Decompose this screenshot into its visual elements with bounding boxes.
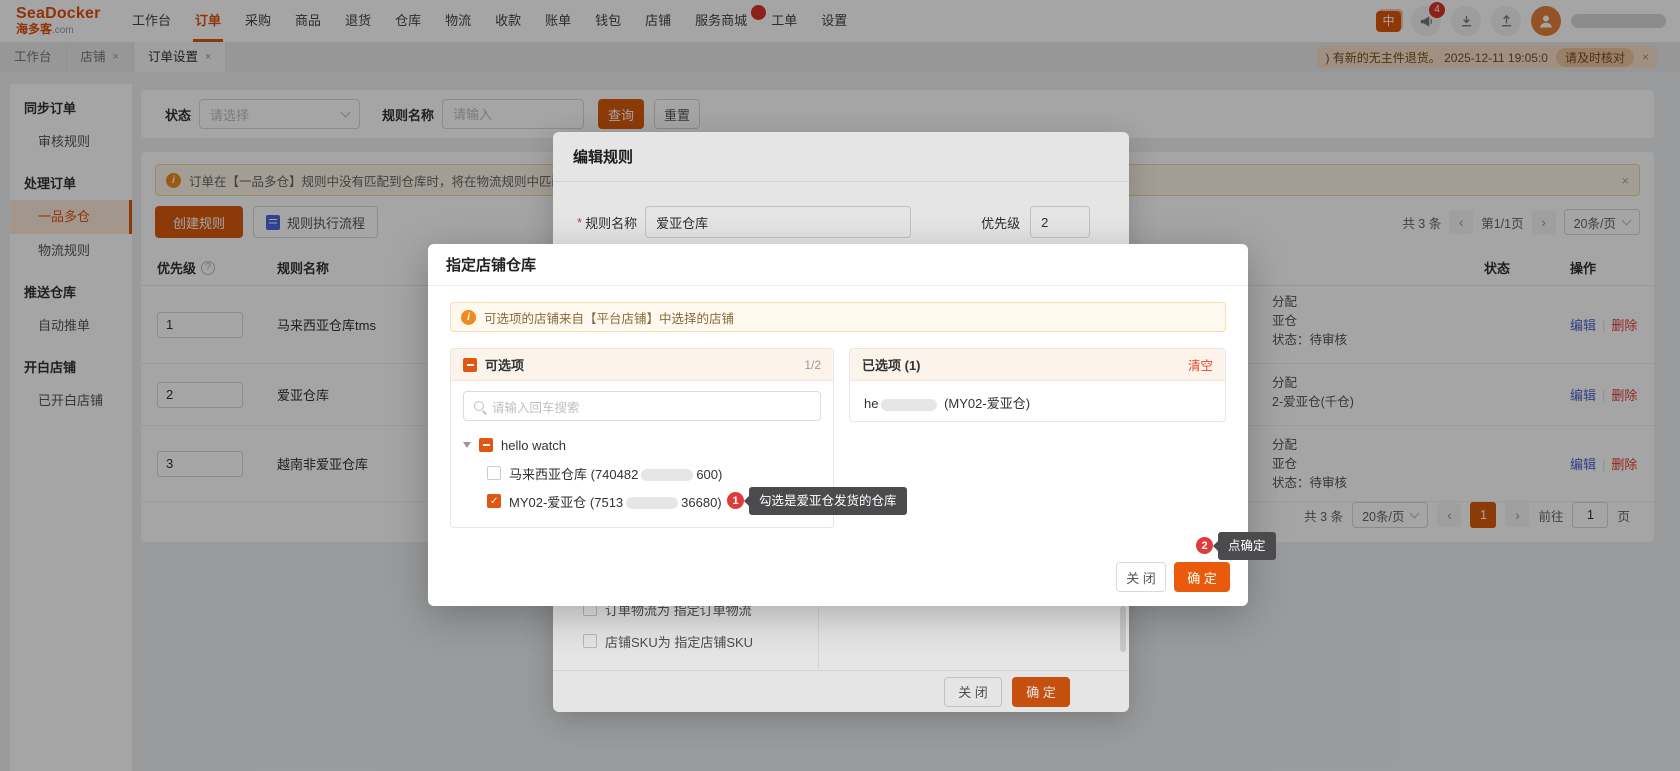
selected-options-panel: 已选项 (1) 清空 he (MY02-爱亚仓) xyxy=(849,348,1226,422)
assign-alert-text: 可选项的店铺来自【平台店铺】中选择的店铺 xyxy=(484,308,734,327)
tree-group-row[interactable]: hello watch xyxy=(463,431,821,459)
app-root: SeaDocker 海多客.com 工作台 订单 采购 商品 退货 仓库 物流 … xyxy=(0,0,1680,771)
search-icon xyxy=(474,401,484,411)
step-badge: 1 xyxy=(727,492,744,509)
selected-panel-header: 已选项 (1) 清空 xyxy=(850,349,1225,381)
selection-counter: 1/2 xyxy=(804,358,821,372)
blurred-number xyxy=(641,469,693,481)
info-icon: i xyxy=(461,310,476,325)
checkbox-checked-icon[interactable] xyxy=(487,494,501,508)
confirm-button[interactable]: 确 定 xyxy=(1174,562,1230,592)
caret-down-icon[interactable] xyxy=(463,442,471,448)
close-button[interactable]: 关 闭 xyxy=(1116,562,1166,592)
available-panel-header: 可选项 1/2 xyxy=(451,349,833,381)
assign-modal-footer: 关 闭 确 定 xyxy=(1116,562,1230,592)
tree-group-label: hello watch xyxy=(501,438,566,453)
indeterminate-checkbox-icon[interactable] xyxy=(463,358,477,372)
assign-modal-header: 指定店铺仓库 xyxy=(428,244,1248,286)
assign-shop-warehouse-modal: 指定店铺仓库 i 可选项的店铺来自【平台店铺】中选择的店铺 可选项 1/2 请输… xyxy=(428,244,1248,606)
blurred-shop-name xyxy=(881,399,937,411)
modal-title: 指定店铺仓库 xyxy=(446,254,536,275)
indeterminate-checkbox-icon[interactable] xyxy=(479,438,493,452)
available-title: 可选项 xyxy=(485,355,524,374)
selected-title: 已选项 (1) xyxy=(862,355,921,374)
tree-option-row[interactable]: 马来西亚仓库 (740482600) xyxy=(463,459,821,487)
step-badge: 2 xyxy=(1196,537,1213,554)
step-tooltip: 勾选是爱亚仓发货的仓库 xyxy=(749,487,907,515)
warehouse-option-label: 马来西亚仓库 (740482600) xyxy=(509,464,722,483)
checkbox-icon[interactable] xyxy=(487,466,501,480)
selected-item: he (MY02-爱亚仓) xyxy=(850,381,1225,412)
step-tooltip: 点确定 xyxy=(1218,532,1276,560)
clear-selection-link[interactable]: 清空 xyxy=(1188,355,1213,374)
blurred-number xyxy=(626,497,678,509)
warehouse-search-input[interactable]: 请输入回车搜索 xyxy=(463,391,821,421)
warehouse-option-label: MY02-爱亚仓 (751336680) xyxy=(509,492,722,511)
assign-modal-alert: i 可选项的店铺来自【平台店铺】中选择的店铺 xyxy=(450,302,1226,332)
